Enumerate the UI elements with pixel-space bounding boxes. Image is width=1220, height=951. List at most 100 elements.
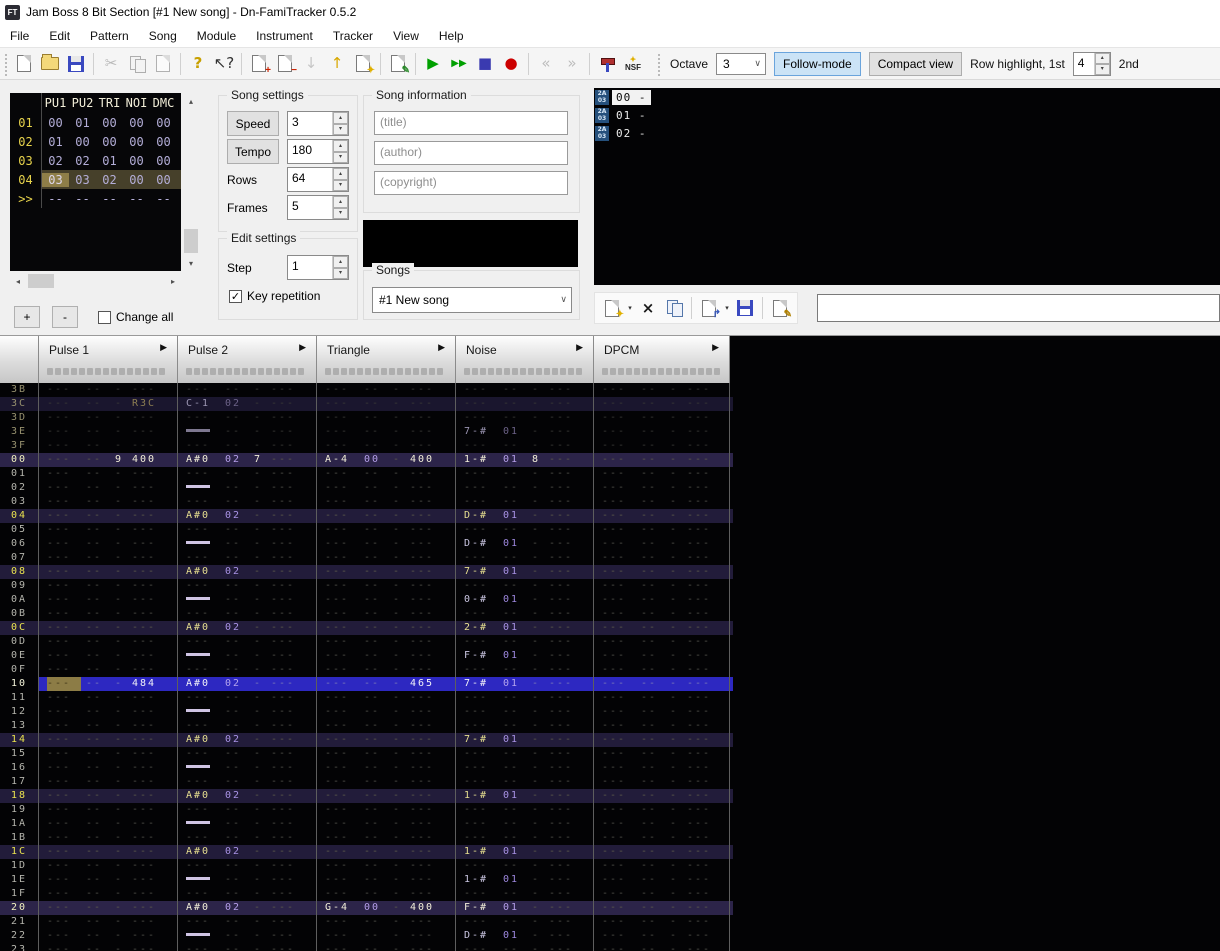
title-field[interactable]: (title) (374, 111, 568, 135)
pattern-cell[interactable]: A#0 02 - --- (178, 845, 317, 859)
pattern-cell[interactable]: --- -- - --- (39, 649, 178, 663)
spin-up-icon[interactable]: ▴ (333, 168, 348, 180)
pattern-cell[interactable]: D-# 01 - --- (456, 929, 594, 943)
pattern-cell[interactable]: --- -- - --- (39, 901, 178, 915)
pattern-cell[interactable]: --- -- - --- (317, 481, 456, 495)
pattern-cell[interactable]: --- -- - --- (594, 397, 730, 411)
help-button[interactable]: ? (185, 51, 211, 77)
pattern-cell[interactable]: --- -- - --- (39, 803, 178, 817)
pattern-cell[interactable]: 7-# 01 - --- (456, 565, 594, 579)
pattern-cell[interactable]: --- -- - --- (317, 523, 456, 537)
pattern-cell[interactable]: --- -- - --- (178, 663, 317, 677)
pattern-cell[interactable]: --- -- - --- (39, 733, 178, 747)
pattern-cell[interactable]: --- -- - --- (456, 859, 594, 873)
pattern-cell[interactable]: D-# 01 - --- (456, 509, 594, 523)
pattern-cell[interactable]: --- -- - --- (39, 887, 178, 901)
pattern-cell[interactable]: --- -- - --- (39, 579, 178, 593)
pattern-cell[interactable]: --- -- - --- (39, 663, 178, 677)
pattern-cell[interactable]: --- -- - --- (456, 523, 594, 537)
pattern-cell[interactable]: --- -- - --- (594, 859, 730, 873)
pattern-cell[interactable]: --- -- - --- (456, 635, 594, 649)
toolbar-gripper-2[interactable] (656, 51, 661, 76)
speed-spinner[interactable]: 3 ▴ ▾ (287, 111, 349, 136)
pattern-cell[interactable]: --- -- - --- (594, 873, 730, 887)
frame-vscrollbar[interactable]: ▴ ▾ (183, 93, 199, 271)
instrument-item[interactable]: 2A 03 02 - (594, 125, 1220, 142)
frame-cell[interactable]: -- (69, 192, 96, 206)
instrument-remove-button[interactable]: × (635, 295, 661, 321)
frame-move-up-button[interactable]: ↑ (324, 51, 350, 77)
pattern-cell[interactable]: 1-# 01 - --- (456, 789, 594, 803)
row-highlight-1st-spinner[interactable]: 4 ▴ ▾ (1072, 51, 1111, 76)
channel-expand-icon[interactable]: ▶ (712, 343, 719, 353)
menu-module[interactable]: Module (187, 26, 246, 46)
pattern-cell[interactable]: --- -- - --- (594, 537, 730, 551)
channel-expand-icon[interactable]: ▶ (299, 343, 306, 353)
pattern-grid[interactable]: 3B --- -- - --- --- -- - --- --- -- - --- --- -- - --- --… (0, 383, 733, 951)
pattern-cell[interactable]: 7-# 01 - --- (456, 677, 594, 691)
pattern-cell[interactable]: --- -- - --- (317, 915, 456, 929)
pattern-cell[interactable]: --- -- - --- (594, 761, 730, 775)
pattern-cell[interactable]: --- -- - --- (39, 845, 178, 859)
pattern-cell[interactable]: --- -- - --- (456, 397, 594, 411)
record-button[interactable]: ● (498, 51, 524, 77)
play-button[interactable]: ▶ (420, 51, 446, 77)
key-repetition-checkbox[interactable]: ✓ (229, 289, 242, 303)
pattern-cell[interactable]: --- -- -484 (39, 677, 178, 691)
pattern-cell[interactable]: --- -- - --- (39, 537, 178, 551)
channel-expand-icon[interactable]: ▶ (576, 343, 583, 353)
tempo-button[interactable]: Tempo (227, 139, 279, 164)
scroll-right-icon[interactable]: ▸ (165, 273, 181, 289)
pattern-cell[interactable]: --- -- - --- (594, 733, 730, 747)
pattern-cell[interactable]: --- -- - --- (594, 453, 730, 467)
vscroll-thumb[interactable] (184, 229, 198, 253)
channel-expand-icon[interactable]: ▶ (160, 343, 167, 353)
pattern-cell[interactable]: --- -- - --- (317, 495, 456, 509)
pattern-cell[interactable]: --- -- - --- (456, 887, 594, 901)
pattern-cell[interactable]: --- -- - --- (456, 579, 594, 593)
pattern-cell[interactable]: --- -- - --- (317, 467, 456, 481)
toolbar-gripper[interactable] (3, 51, 8, 76)
pattern-cell[interactable]: --- -- - --- (317, 943, 456, 951)
frame-row-04[interactable]: 04 03 03 02 00 00 (10, 170, 181, 189)
pattern-cell[interactable]: F-# 01 - --- (456, 901, 594, 915)
pattern-cell[interactable]: --- -- - --- (594, 551, 730, 565)
pattern-cell[interactable]: --- -- - --- (178, 719, 317, 733)
frame-row-new[interactable]: >> -- -- -- -- -- (10, 189, 181, 208)
pattern-cell[interactable]: --- -- - --- (39, 411, 178, 425)
pattern-cell[interactable]: --- -- - --- (594, 635, 730, 649)
pattern-cell[interactable]: --- -- - --- (594, 439, 730, 453)
pattern-cell[interactable]: --- -- - --- (39, 565, 178, 579)
pattern-cell[interactable]: --- -- - --- (317, 607, 456, 621)
context-help-button[interactable]: ↖? (211, 51, 237, 77)
frame-cell[interactable]: 00 (123, 154, 150, 168)
frame-cell[interactable]: 00 (150, 116, 177, 130)
follow-mode-button[interactable]: Follow-mode (774, 51, 861, 76)
pattern-cell[interactable]: --- -- - --- (594, 677, 730, 691)
pattern-cell[interactable]: --- -- - --- (317, 789, 456, 803)
pattern-cell[interactable]: --- -- - --- (594, 845, 730, 859)
pattern-cell[interactable]: --- -- - --- (594, 383, 730, 397)
pattern-cell[interactable]: A#0 02 - --- (178, 733, 317, 747)
spin-down-icon[interactable]: ▾ (333, 207, 348, 219)
pattern-cell[interactable]: --- -- - --- (39, 705, 178, 719)
stop-button[interactable]: ■ (472, 51, 498, 77)
pattern-cell[interactable]: --- -- - --- (178, 803, 317, 817)
open-module-button[interactable] (37, 51, 63, 77)
pattern-cell[interactable]: A#0 02 - --- (178, 565, 317, 579)
spin-up-icon[interactable]: ▴ (1094, 52, 1110, 64)
pattern-cell[interactable]: --- -- - --- (594, 915, 730, 929)
pattern-cell[interactable]: --- -- - --- (456, 691, 594, 705)
pattern-cell[interactable]: --- -- - --- (317, 663, 456, 677)
save-module-button[interactable] (63, 51, 89, 77)
pattern-cell[interactable]: --- -- - --- (39, 691, 178, 705)
pattern-cell[interactable]: --- -- - --- (456, 943, 594, 951)
pattern-cell[interactable]: A-4 00 -400 (317, 453, 456, 467)
pattern-cell[interactable]: --- -- - --- (178, 747, 317, 761)
spin-up-icon[interactable]: ▴ (333, 196, 348, 208)
step-spinner[interactable]: 1 ▴ ▾ (287, 255, 349, 280)
instrument-list[interactable]: 2A 03 00 -2A 03 01 -2A 03 02 - (594, 88, 1220, 285)
pattern-cell[interactable]: 1-# 01 - --- (456, 873, 594, 887)
pattern-cell[interactable]: --- -- - --- (39, 439, 178, 453)
pattern-cell[interactable]: --- -- - --- (317, 593, 456, 607)
